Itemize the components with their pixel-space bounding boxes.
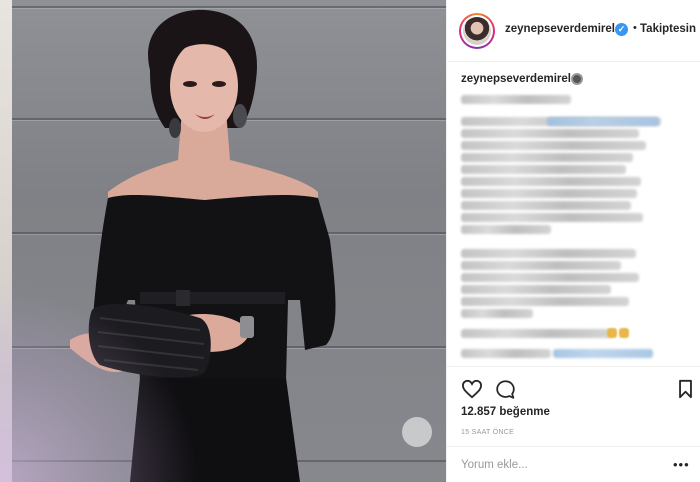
blurred-text — [461, 261, 621, 270]
blurred-mention — [547, 117, 659, 126]
comment-input[interactable] — [461, 455, 661, 475]
post-side-panel: zeynepseverdemirel ✓ • Takiptesin zeynep… — [446, 0, 700, 482]
comment-icon[interactable] — [495, 379, 516, 400]
blurred-text — [461, 95, 571, 104]
header-username[interactable]: zeynepseverdemirel — [505, 23, 615, 35]
blurred-mention — [553, 349, 653, 358]
blurred-text — [461, 249, 636, 258]
blurred-text — [461, 165, 626, 174]
blurred-text — [461, 129, 639, 138]
blurred-emoji — [619, 328, 629, 338]
add-comment-bar: ••• — [447, 446, 700, 482]
blurred-text — [461, 141, 646, 150]
likes-count[interactable]: 12.857 beğenme — [461, 406, 550, 418]
blurred-text — [461, 177, 641, 186]
header-separator: • — [633, 22, 637, 34]
blurred-text — [461, 213, 643, 222]
blurred-text — [461, 349, 551, 358]
blurred-text — [461, 273, 639, 282]
blurred-text — [461, 297, 629, 306]
post-photo[interactable] — [0, 0, 446, 482]
caption-username[interactable]: zeynepseverdemirel — [461, 73, 571, 85]
blurred-text — [461, 225, 551, 234]
watermark-logo — [402, 417, 432, 447]
light-leak — [0, 282, 200, 482]
avatar-image — [463, 17, 491, 45]
blurred-text — [461, 309, 533, 318]
follow-status-button[interactable]: Takiptesin — [640, 23, 696, 35]
post-header: zeynepseverdemirel ✓ • Takiptesin — [447, 0, 700, 62]
avatar[interactable] — [459, 13, 495, 49]
bookmark-icon[interactable] — [678, 379, 693, 399]
blurred-text — [461, 201, 631, 210]
heart-icon[interactable] — [461, 379, 483, 399]
blurred-text — [461, 285, 611, 294]
more-options-icon[interactable]: ••• — [673, 457, 690, 472]
blurred-text — [461, 153, 633, 162]
blurred-text — [461, 329, 611, 338]
user-badge-icon — [571, 73, 583, 85]
blurred-emoji — [607, 328, 617, 338]
verified-badge-icon: ✓ — [615, 23, 628, 36]
post-timestamp[interactable]: 15 SAAT ÖNCE — [461, 429, 514, 436]
comments-section[interactable]: zeynepseverdemirel — [447, 63, 700, 365]
blurred-text — [461, 189, 637, 198]
